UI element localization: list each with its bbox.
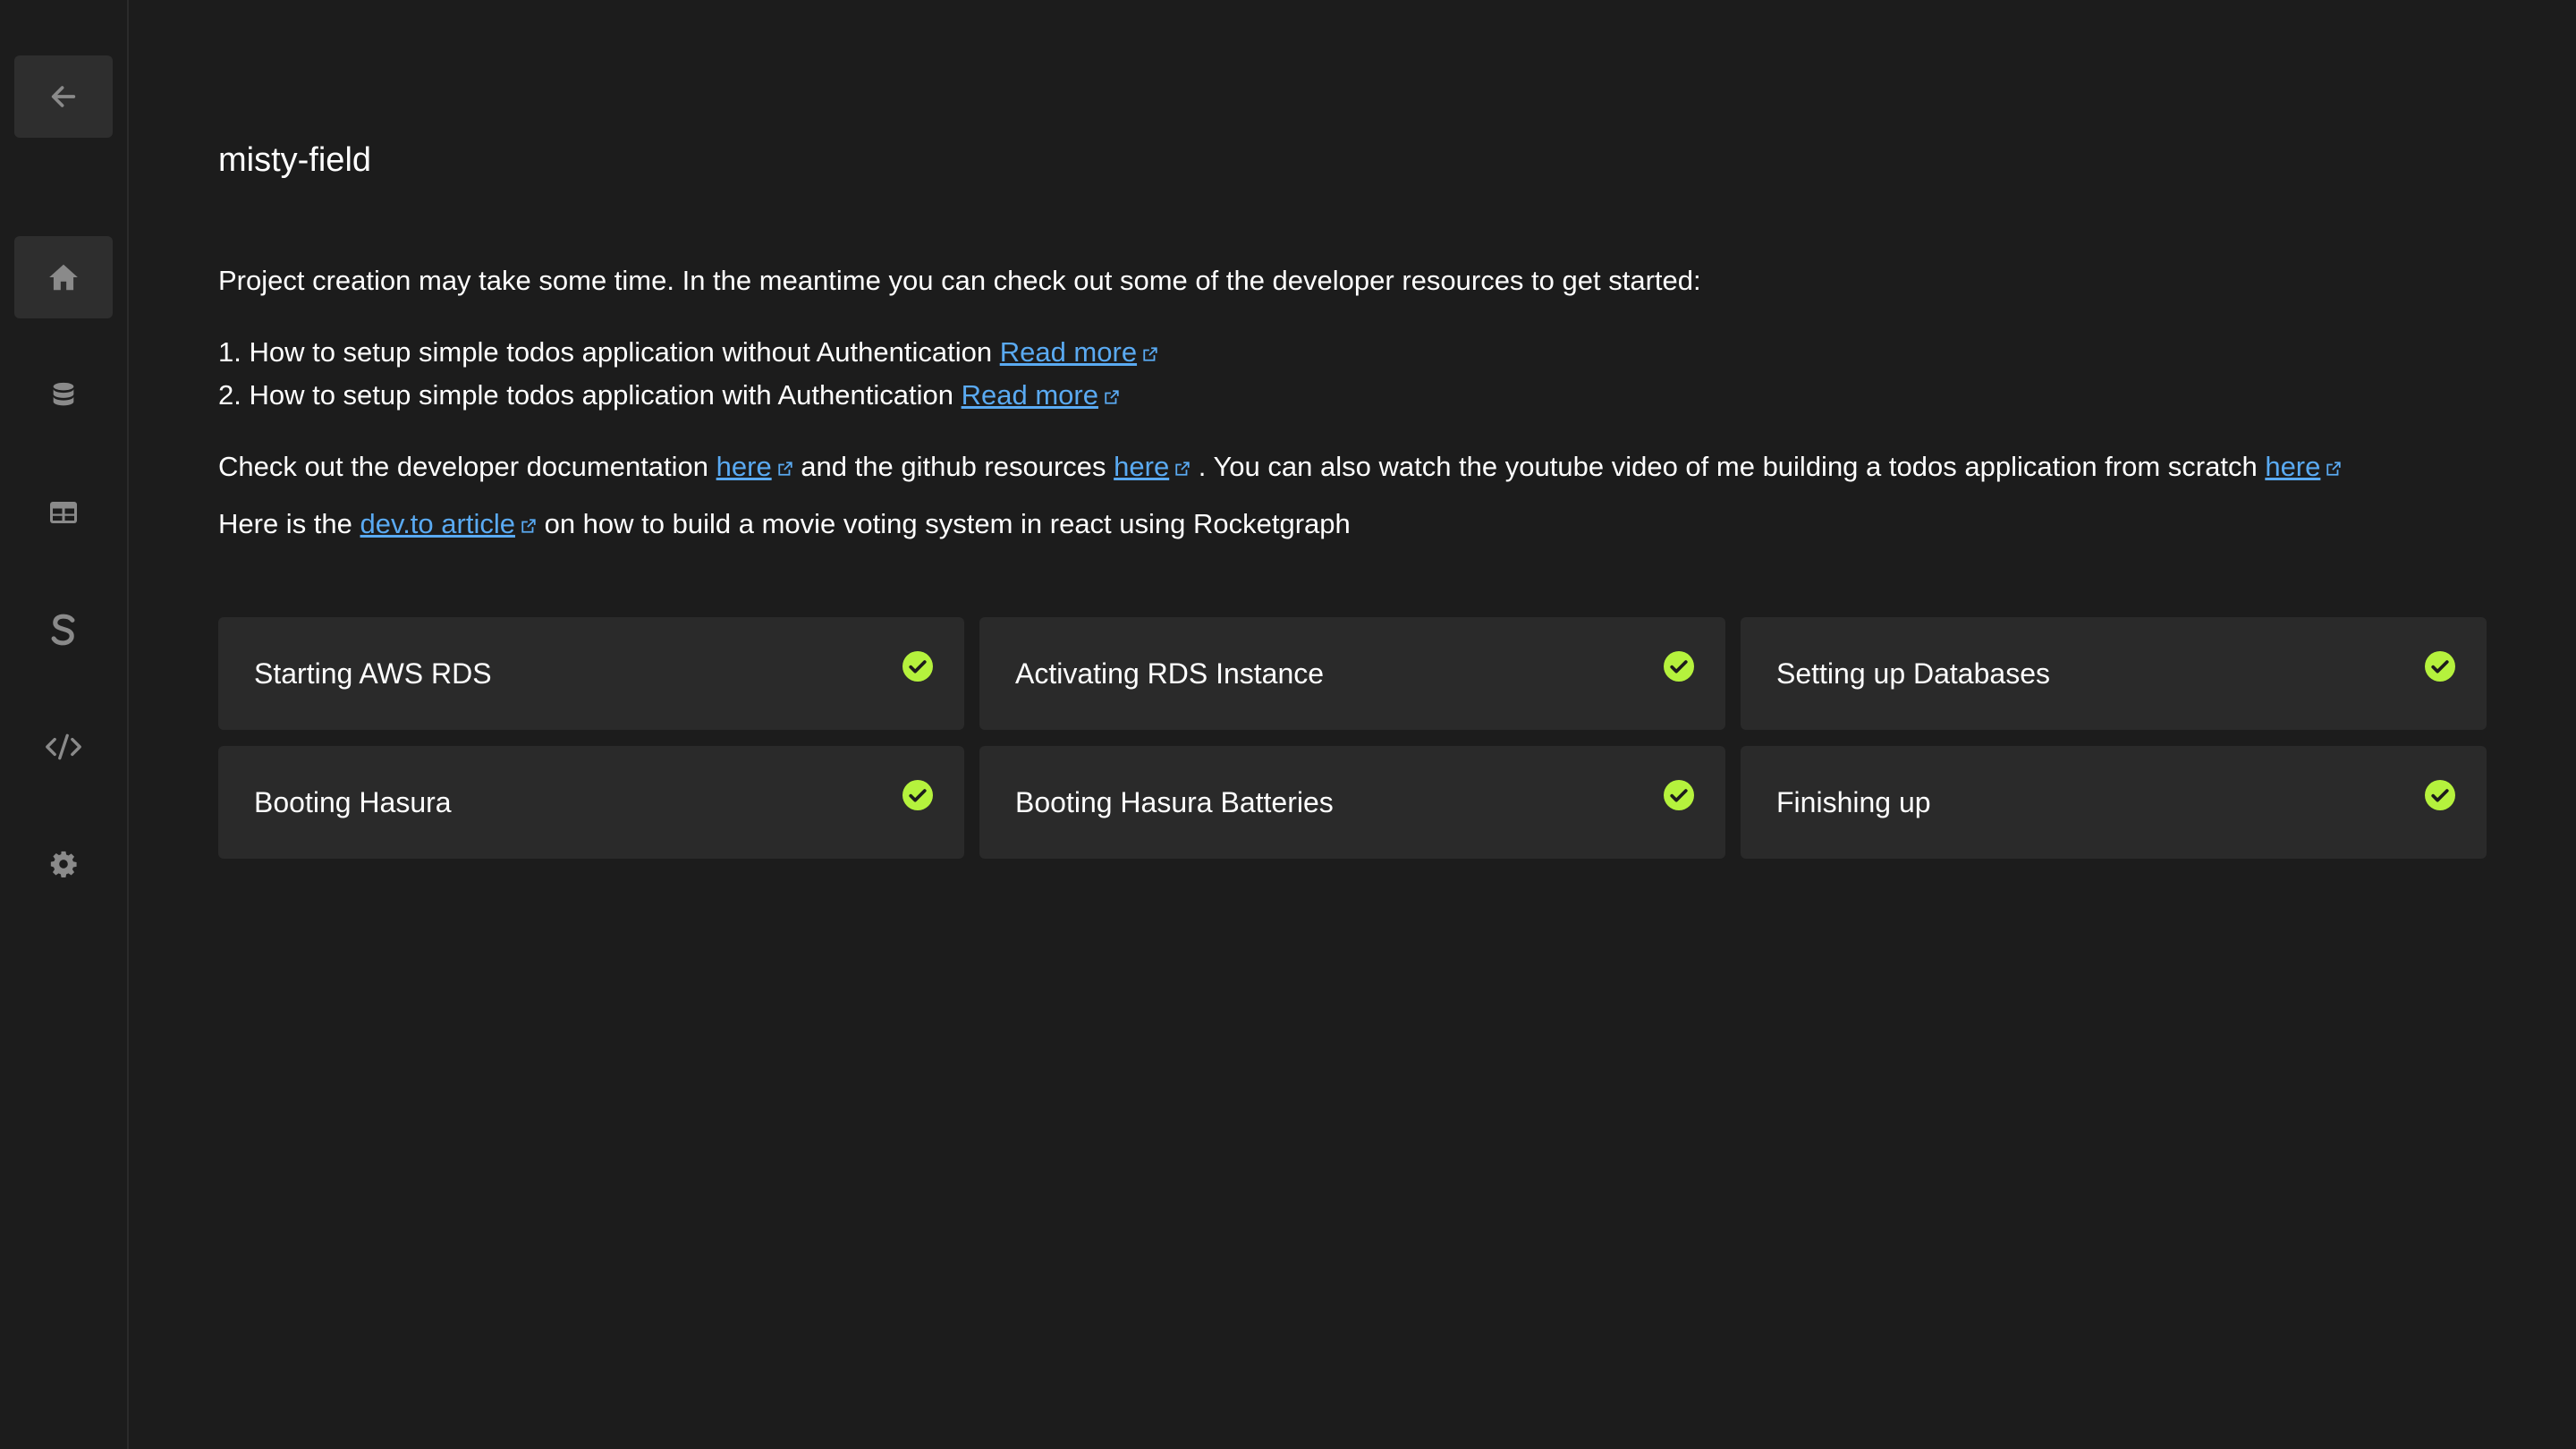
step-label: Activating RDS Instance — [1015, 657, 1325, 690]
article-text: Here is the — [218, 508, 360, 539]
table-icon — [50, 502, 77, 523]
step-card: Activating RDS Instance — [979, 617, 1725, 730]
external-link-icon — [1143, 347, 1157, 361]
resource-text: 2. How to setup simple todos application… — [218, 379, 962, 411]
check-circle-icon — [1664, 651, 1694, 682]
resource-item-2: 2. How to setup simple todos application… — [218, 377, 1120, 413]
sidebar-item-storage[interactable] — [14, 589, 113, 671]
step-label: Booting Hasura Batteries — [1015, 786, 1334, 818]
check-circle-icon — [2425, 780, 2455, 810]
docs-line: Check out the developer documentation he… — [218, 449, 2342, 485]
resource-item-1: 1. How to setup simple todos application… — [218, 335, 1158, 370]
external-link-icon — [1105, 390, 1119, 404]
github-text: and the github resources — [792, 451, 1114, 482]
step-card: Starting AWS RDS — [218, 617, 964, 730]
external-link-icon — [1175, 462, 1190, 476]
read-more-link[interactable]: Read more — [962, 379, 1098, 411]
code-icon — [46, 733, 81, 760]
step-label: Setting up Databases — [1776, 657, 2050, 690]
docs-link[interactable]: here — [716, 451, 772, 482]
home-icon — [49, 264, 78, 291]
external-link-icon — [2326, 462, 2342, 476]
step-card: Setting up Databases — [1741, 617, 2487, 730]
step-label: Booting Hasura — [254, 786, 452, 818]
check-circle-icon — [902, 651, 933, 682]
database-icon — [53, 382, 74, 406]
step-card: Booting Hasura — [218, 746, 964, 859]
article-link[interactable]: dev.to article — [360, 508, 515, 539]
back-button[interactable] — [14, 55, 113, 138]
page-title: misty-field — [218, 141, 372, 179]
sidebar-item-database[interactable] — [14, 354, 113, 436]
step-label: Finishing up — [1776, 786, 1931, 818]
sidebar — [0, 0, 129, 1449]
youtube-link[interactable]: here — [2265, 451, 2320, 482]
step-card: Booting Hasura Batteries — [979, 746, 1725, 859]
resource-text: 1. How to setup simple todos application… — [218, 336, 1000, 368]
read-more-link[interactable]: Read more — [1000, 336, 1137, 368]
check-circle-icon — [2425, 651, 2455, 682]
sidebar-item-settings[interactable] — [14, 823, 113, 905]
docs-text: Check out the developer documentation — [218, 451, 716, 482]
external-link-icon — [778, 462, 792, 476]
storage-s-icon — [51, 614, 75, 646]
sidebar-item-home[interactable] — [14, 236, 113, 318]
external-link-icon — [521, 519, 536, 533]
check-circle-icon — [902, 780, 933, 810]
youtube-text: . You can also watch the youtube video o… — [1191, 451, 2266, 482]
intro-text: Project creation may take some time. In … — [218, 265, 1701, 296]
article-text-rest: on how to build a movie voting system in… — [536, 508, 1351, 539]
sidebar-item-tables[interactable] — [14, 471, 113, 554]
gear-icon — [50, 851, 77, 878]
github-link[interactable]: here — [1114, 451, 1169, 482]
step-label: Starting AWS RDS — [254, 657, 492, 690]
step-card: Finishing up — [1741, 746, 2487, 859]
arrow-left-icon — [51, 86, 76, 107]
article-line: Here is the dev.to article on how to bui… — [218, 506, 1351, 542]
sidebar-item-code[interactable] — [14, 706, 113, 788]
check-circle-icon — [1664, 780, 1694, 810]
